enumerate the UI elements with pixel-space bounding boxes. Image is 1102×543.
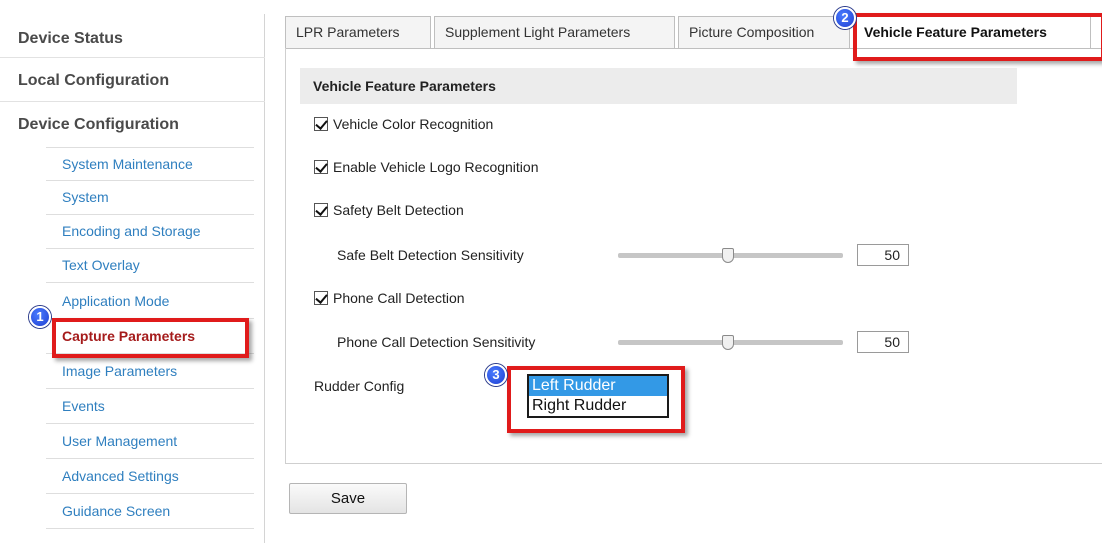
vehicle-logo-label: Enable Vehicle Logo Recognition	[333, 159, 539, 175]
vehicle-color-checkbox[interactable]: Vehicle Color Recognition	[314, 116, 493, 132]
divider	[0, 57, 265, 58]
nav-device-status[interactable]: Device Status	[18, 30, 123, 48]
vehicle-logo-checkbox[interactable]: Enable Vehicle Logo Recognition	[314, 159, 539, 175]
sidebar-item-text-overlay[interactable]: Text Overlay	[46, 249, 254, 283]
sidebar-item-application-mode[interactable]: Application Mode	[46, 285, 254, 319]
save-button[interactable]: Save	[289, 483, 407, 514]
belt-sensitivity-value[interactable]: 50	[857, 244, 909, 266]
sidebar-item-system-maintenance[interactable]: System Maintenance	[46, 147, 254, 181]
step-badge-3: 3	[485, 364, 507, 386]
phone-sensitivity-label: Phone Call Detection Sensitivity	[337, 334, 536, 350]
belt-sensitivity-label: Safe Belt Detection Sensitivity	[337, 247, 524, 263]
nav-local-configuration[interactable]: Local Configuration	[18, 72, 169, 90]
sidebar-item-image-parameters[interactable]: Image Parameters	[46, 355, 254, 389]
sidebar-item-user-management[interactable]: User Management	[46, 425, 254, 459]
belt-sensitivity-slider-thumb[interactable]	[722, 248, 734, 263]
divider	[0, 101, 265, 102]
vehicle-color-label: Vehicle Color Recognition	[333, 116, 494, 132]
checkbox-checked[interactable]	[314, 291, 328, 305]
step-badge-2: 2	[834, 7, 856, 29]
step-badge-1: 1	[29, 306, 51, 328]
sidebar-item-encoding-storage[interactable]: Encoding and Storage	[46, 215, 254, 249]
safety-belt-label: Safety Belt Detection	[333, 202, 464, 218]
safety-belt-checkbox[interactable]: Safety Belt Detection	[314, 202, 464, 218]
highlight-capture-parameters	[52, 318, 249, 358]
highlight-rudder-config	[507, 366, 685, 433]
sidebar-item-events[interactable]: Events	[46, 390, 254, 424]
sidebar-item-guidance-screen[interactable]: Guidance Screen	[46, 495, 254, 529]
phone-sensitivity-slider-thumb[interactable]	[722, 335, 734, 350]
rudder-config-label: Rudder Config	[314, 378, 405, 394]
sidebar-item-system[interactable]: System	[46, 181, 254, 215]
nav-device-configuration[interactable]: Device Configuration	[18, 116, 179, 134]
sidebar-item-advanced-settings[interactable]: Advanced Settings	[46, 460, 254, 494]
checkbox-checked[interactable]	[314, 117, 328, 131]
phone-sensitivity-value[interactable]: 50	[857, 331, 909, 353]
section-title: Vehicle Feature Parameters	[300, 68, 1017, 104]
tab-supplement-light-parameters[interactable]: Supplement Light Parameters	[434, 16, 675, 48]
highlight-vehicle-feature-tab	[853, 13, 1102, 61]
tab-lpr-parameters[interactable]: LPR Parameters	[285, 16, 431, 48]
phone-call-checkbox[interactable]: Phone Call Detection	[314, 290, 465, 306]
phone-call-label: Phone Call Detection	[333, 290, 465, 306]
checkbox-checked[interactable]	[314, 203, 328, 217]
checkbox-checked[interactable]	[314, 160, 328, 174]
tab-picture-composition[interactable]: Picture Composition	[678, 16, 850, 48]
